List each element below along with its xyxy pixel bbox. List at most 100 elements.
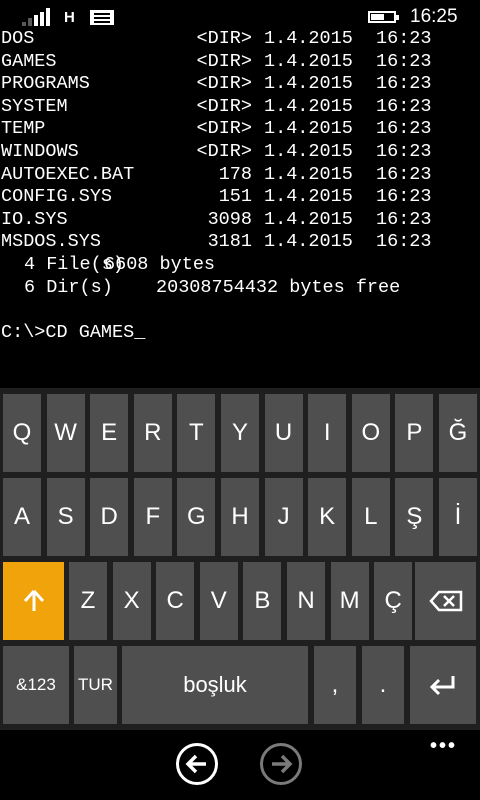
entry-size: <DIR> [196, 50, 252, 72]
backspace-key[interactable] [415, 562, 476, 640]
dir-entry-row: PROGRAMS <DIR> 1.4.2015 16:23 [0, 73, 480, 96]
entry-size: <DIR> [196, 118, 252, 140]
browser-nav-bar: ••• [0, 730, 480, 800]
key-w[interactable]: W [46, 394, 85, 472]
entry-size: <DIR> [196, 95, 252, 117]
files-summary-row: 4 File(s) 6608 bytes [0, 254, 480, 277]
dirs-count: 6 Dir(s) [24, 276, 113, 298]
key-v[interactable]: V [199, 562, 238, 640]
entry-size: <DIR> [196, 140, 252, 162]
command-prompt[interactable]: C:\>CD GAMES_ [0, 322, 480, 345]
key-ş[interactable]: Ş [395, 478, 434, 556]
key-d[interactable]: D [90, 478, 129, 556]
entry-time: 16:23 [376, 208, 432, 230]
period-key[interactable]: . [362, 646, 404, 724]
entry-date: 1.4.2015 [264, 50, 353, 72]
key-i̇[interactable]: İ [439, 478, 477, 556]
dir-entry-row: IO.SYS 3098 1.4.2015 16:23 [0, 209, 480, 232]
shift-arrow-up-icon [23, 589, 44, 611]
key-s[interactable]: S [46, 478, 85, 556]
message-icon [90, 10, 114, 25]
key-b[interactable]: B [243, 562, 282, 640]
dir-entry-row: SYSTEM <DIR> 1.4.2015 16:23 [0, 96, 480, 119]
prompt-text[interactable]: C:\>CD GAMES_ [1, 322, 145, 345]
key-l[interactable]: L [351, 478, 390, 556]
key-x[interactable]: X [112, 562, 151, 640]
entry-date: 1.4.2015 [264, 208, 353, 230]
entry-date: 1.4.2015 [264, 186, 353, 208]
battery-icon [368, 11, 399, 23]
dir-entry-row: GAMES <DIR> 1.4.2015 16:23 [0, 51, 480, 74]
shift-key[interactable] [3, 562, 64, 640]
key-n[interactable]: N [287, 562, 325, 640]
dir-entry-row: AUTOEXEC.BAT 178 1.4.2015 16:23 [0, 164, 480, 187]
entry-date: 1.4.2015 [264, 28, 353, 49]
key-e[interactable]: E [90, 394, 129, 472]
entry-size: 151 [218, 186, 252, 208]
dir-entry-row: DOS <DIR> 1.4.2015 16:23 [0, 28, 480, 51]
key-r[interactable]: R [133, 394, 172, 472]
entry-size: 3098 [207, 208, 252, 230]
entry-name: SYSTEM [1, 95, 68, 117]
on-screen-keyboard: QWERTYUIOPĞ ASDFGHJKLŞİ ZXCVBNMÇ &123 TU… [0, 388, 480, 730]
key-f[interactable]: F [133, 478, 172, 556]
console-output: DOS <DIR> 1.4.2015 16:23 GAMES <DIR> 1.4.2015 1… [0, 28, 480, 388]
key-ğ[interactable]: Ğ [439, 394, 477, 472]
entry-name: GAMES [1, 50, 57, 72]
entry-name: CONFIG.SYS [1, 186, 113, 208]
entry-time: 16:23 [376, 73, 432, 95]
entry-date: 1.4.2015 [264, 140, 353, 162]
key-j[interactable]: J [264, 478, 303, 556]
key-c[interactable]: C [156, 562, 195, 640]
entry-time: 16:23 [376, 28, 432, 49]
network-type: H [64, 9, 75, 26]
key-u[interactable]: U [264, 394, 303, 472]
entry-time: 16:23 [376, 50, 432, 72]
entry-time: 16:23 [376, 163, 432, 185]
key-g[interactable]: G [177, 478, 216, 556]
key-i[interactable]: I [308, 394, 347, 472]
clock: 16:25 [410, 6, 458, 27]
entry-date: 1.4.2015 [264, 163, 353, 185]
files-bytes: 6608 bytes [104, 253, 216, 275]
enter-key[interactable] [410, 646, 476, 724]
entry-size: 178 [218, 163, 252, 185]
back-button[interactable] [176, 743, 218, 785]
enter-icon [429, 676, 455, 696]
key-o[interactable]: O [351, 394, 390, 472]
signal-strength-icon [22, 8, 54, 26]
directory-listing: DOS <DIR> 1.4.2015 16:23 GAMES <DIR> 1.4.2015 1… [0, 28, 480, 254]
key-m[interactable]: M [330, 562, 369, 640]
comma-key[interactable]: , [314, 646, 356, 724]
entry-size: 3181 [207, 231, 252, 253]
space-key[interactable]: boşluk [122, 646, 308, 724]
key-q[interactable]: Q [3, 394, 41, 472]
dir-entry-row: WINDOWS <DIR> 1.4.2015 16:23 [0, 141, 480, 164]
key-t[interactable]: T [177, 394, 216, 472]
language-key[interactable]: TUR [74, 646, 117, 724]
key-k[interactable]: K [308, 478, 347, 556]
key-a[interactable]: A [3, 478, 41, 556]
forward-button[interactable] [260, 743, 302, 785]
entry-date: 1.4.2015 [264, 73, 353, 95]
key-y[interactable]: Y [221, 394, 259, 472]
entry-time: 16:23 [376, 186, 432, 208]
forward-arrow-icon [272, 754, 293, 774]
entry-date: 1.4.2015 [264, 95, 353, 117]
dir-entry-row: MSDOS.SYS 3181 1.4.2015 16:23 [0, 231, 480, 254]
entry-time: 16:23 [376, 95, 432, 117]
dirs-bytes-free: 20308754432 bytes free [156, 276, 401, 298]
entry-time: 16:23 [376, 118, 432, 140]
more-options-button[interactable]: ••• [430, 735, 457, 758]
key-ç[interactable]: Ç [374, 562, 413, 640]
entry-name: AUTOEXEC.BAT [1, 163, 135, 185]
entry-time: 16:23 [376, 140, 432, 162]
key-z[interactable]: Z [69, 562, 107, 640]
dir-entry-row: TEMP <DIR> 1.4.2015 16:23 [0, 118, 480, 141]
entry-size: <DIR> [196, 73, 252, 95]
key-p[interactable]: P [395, 394, 434, 472]
symbols-key[interactable]: &123 [3, 646, 69, 724]
key-h[interactable]: H [221, 478, 259, 556]
entry-date: 1.4.2015 [264, 118, 353, 140]
back-arrow-icon [185, 754, 206, 774]
